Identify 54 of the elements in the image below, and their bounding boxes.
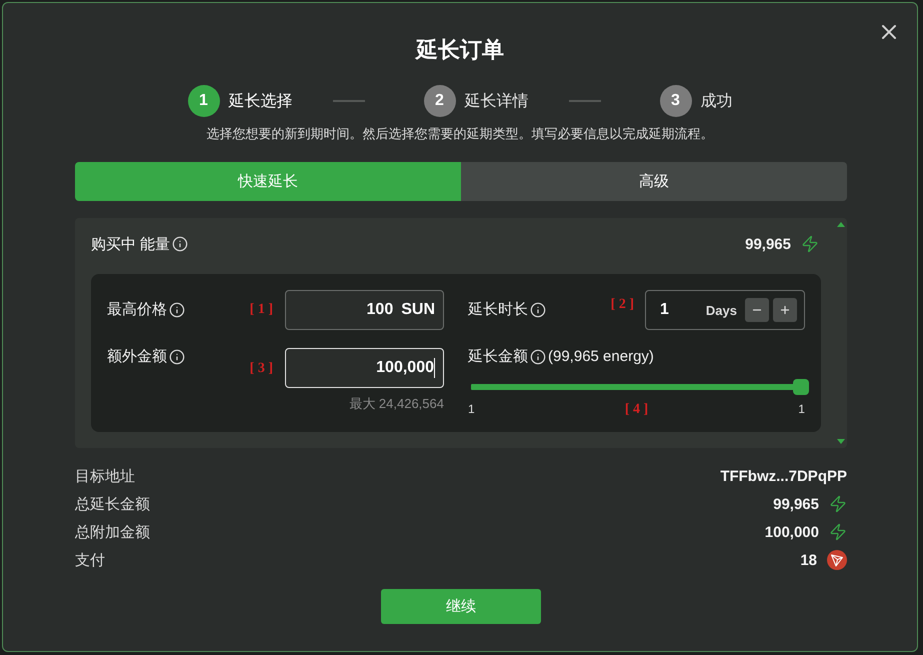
summary-value: TFFbwz...7DPqPP bbox=[720, 468, 847, 484]
summary-value: 100,000 bbox=[764, 524, 819, 540]
text-cursor-icon bbox=[434, 358, 435, 378]
info-icon[interactable] bbox=[172, 236, 188, 252]
annotation-marker: [ 4 ] bbox=[624, 402, 648, 418]
summary-value: 18 bbox=[800, 552, 817, 568]
lightning-icon bbox=[829, 523, 847, 541]
summary-label: 目标地址 bbox=[75, 466, 135, 486]
info-icon[interactable] bbox=[530, 302, 546, 318]
scroll-up-icon[interactable] bbox=[837, 222, 845, 227]
unit-label: Days bbox=[706, 302, 737, 318]
info-icon[interactable] bbox=[530, 349, 546, 365]
field-label: 最高价格 bbox=[107, 301, 167, 319]
max-hint: 最大 24,426,564 bbox=[349, 395, 444, 413]
instructions-text: 选择您想要的新到期时间。然后选择您需要的延期类型。填写必要信息以完成延期流程。 bbox=[206, 126, 714, 142]
amount-input-field[interactable]: 100,000 bbox=[285, 348, 444, 388]
field-label: 延长金额 bbox=[468, 348, 528, 366]
step-label: 延长详情 bbox=[464, 92, 528, 112]
slider-thumb[interactable] bbox=[793, 379, 809, 395]
annotation-marker: [ 1 ] bbox=[250, 302, 273, 318]
step-number: 2 bbox=[424, 85, 456, 117]
energy-amount: 99,965 bbox=[745, 236, 791, 252]
panel-title: 购买中 能量 bbox=[91, 234, 170, 254]
summary-value: 99,965 bbox=[773, 496, 819, 512]
plus-icon bbox=[779, 304, 791, 316]
lightning-icon bbox=[801, 235, 819, 253]
annotation-marker: [ 3 ] bbox=[250, 361, 273, 377]
info-icon[interactable] bbox=[169, 302, 185, 318]
scroll-down-icon[interactable] bbox=[837, 439, 845, 444]
step-label: 成功 bbox=[700, 92, 732, 112]
summary-label: 支付 bbox=[75, 550, 105, 570]
tab[interactable]: 高级 bbox=[461, 162, 847, 201]
slider-min-label: 1 bbox=[468, 402, 475, 416]
annotation-marker: [ 2 ] bbox=[610, 297, 634, 313]
field-label: 额外金额 bbox=[107, 348, 167, 366]
lightning-icon bbox=[829, 495, 847, 513]
info-icon[interactable] bbox=[169, 349, 185, 365]
unit-label: SUN bbox=[401, 301, 435, 319]
summary-label: 总延长金额 bbox=[75, 494, 150, 514]
slider-track[interactable] bbox=[471, 379, 809, 395]
dialog-title: 延长订单 bbox=[416, 36, 504, 64]
step-number: 1 bbox=[188, 85, 220, 117]
duration-value: 1 bbox=[660, 301, 670, 319]
summary-label: 总附加金额 bbox=[75, 522, 150, 542]
triangle-logo-icon bbox=[827, 550, 847, 570]
field-label: 延长时长 bbox=[468, 301, 528, 319]
step-label: 延长选择 bbox=[228, 92, 292, 112]
energy-note: (99,965 energy) bbox=[548, 348, 654, 366]
increment-button[interactable] bbox=[773, 298, 797, 322]
slider-max-label: 1 bbox=[798, 402, 805, 416]
input-value: 100 bbox=[366, 301, 394, 319]
duration-field[interactable]: 1 Days bbox=[645, 290, 805, 330]
price-input-field[interactable]: 100 SUN bbox=[285, 290, 444, 330]
step-number: 3 bbox=[660, 85, 692, 117]
